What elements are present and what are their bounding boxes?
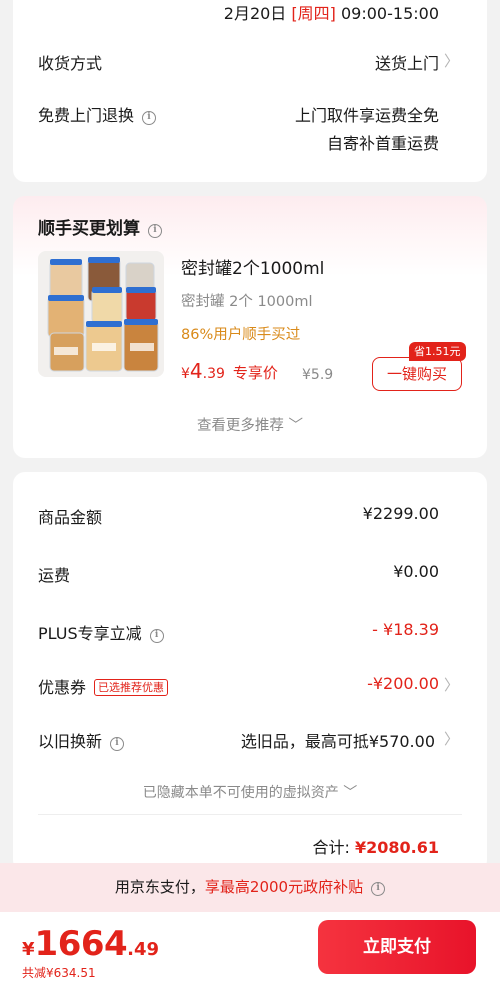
recommendation-card: 顺手买更划算 i 密封罐2个1000ml 密封罐 2个 1000ml 86%用户… [13,196,487,458]
chevron-right-icon[interactable]: 〉 [444,674,459,695]
government-subsidy-banner[interactable]: 用京东支付，享最高2000元政府补贴 i [0,863,500,912]
shipping-fee-label: 运费 [38,566,71,585]
coupon-label[interactable]: 优惠券 已选推荐优惠 [38,674,169,698]
savings-badge: 省1.51元 [409,342,466,361]
storage-jars-image [38,251,164,377]
chevron-down-icon: ﹀ [343,785,358,801]
one-click-buy-button[interactable]: 一键购买 [372,357,462,391]
recommendation-title-text: 顺手买更划算 [38,219,140,239]
free-return-label: 免费上门退换 i [38,102,157,126]
free-return-value: 上门取件享运费全免 自寄补首重运费 [295,102,439,158]
delivery-date-day: 2月20日 [223,4,287,23]
plus-discount-value: - ¥18.39 [372,620,439,639]
total-label: 合计: [312,838,350,857]
free-return-text: 免费上门退换 [38,106,135,125]
subsidy-highlight: 享最高2000元政府补贴 [204,878,364,896]
coupon-selected-badge: 已选推荐优惠 [94,679,169,696]
pay-amount: ¥1664.49 [22,924,159,964]
chevron-right-icon[interactable]: 〉 [444,728,459,749]
delivery-date[interactable]: 2月20日 [周四] 09:00-15:00 [224,0,439,24]
goods-amount-value: ¥2299.00 [362,504,439,523]
price-decimal: .39 [202,366,225,382]
plus-discount-text: PLUS专享立减 [38,624,142,643]
pay-amount-integer: 1664 [34,924,128,964]
product-name[interactable]: 密封罐2个1000ml [181,254,324,279]
trade-in-text: 以旧换新 [38,732,103,751]
goods-amount-label: 商品金额 [38,508,103,527]
order-total: 合计: ¥2080.61 [312,834,439,858]
recommendation-title: 顺手买更划算 i [38,214,162,239]
product-spec: 密封罐 2个 1000ml [181,294,313,310]
delivery-method-value[interactable]: 送货上门 [375,50,439,74]
delivery-time: 09:00-15:00 [341,4,439,23]
delivery-weekday: [周四] [291,4,336,23]
product-image[interactable] [38,251,164,377]
info-icon[interactable]: i [148,224,162,238]
bottom-pay-bar: ¥1664.49 共减¥634.51 立即支付 [0,912,500,990]
product-original-price: ¥5.9 [302,367,334,383]
coupon-text: 优惠券 [38,678,87,697]
hidden-assets-text: 已隐藏本单不可使用的虚拟资产 [142,785,339,801]
info-icon[interactable]: i [371,882,386,896]
chevron-down-icon: ﹀ [288,418,304,434]
divider [38,814,462,815]
exclusive-price-label: 专享价 [232,364,278,382]
info-icon[interactable]: i [149,629,164,643]
total-value: ¥2080.61 [354,838,439,857]
chevron-right-icon[interactable]: 〉 [444,50,459,71]
coupon-value[interactable]: -¥200.00 [367,674,439,693]
trade-in-value[interactable]: 选旧品，最高可抵¥570.00 [241,728,435,752]
price-integer: 4 [189,359,203,383]
shipping-fee-value: ¥0.00 [393,562,439,581]
total-reduction[interactable]: 共减¥634.51 [22,964,96,981]
more-recommendations-label: 查看更多推荐 [196,418,284,434]
info-icon[interactable]: i [110,737,125,751]
delivery-method-label: 收货方式 [38,54,103,73]
pay-currency-symbol: ¥ [22,939,35,960]
price-symbol: ¥ [181,366,190,382]
info-icon[interactable]: i [142,111,157,125]
product-price: ¥4.39 专享价 [181,359,278,383]
order-summary-card: 商品金额 ¥2299.00 运费 ¥0.00 PLUS专享立减 i - ¥18.3… [13,472,487,872]
delivery-card: 2月20日 [周四] 09:00-15:00 收货方式 送货上门 〉 免费上门退… [13,0,487,182]
subsidy-prefix: 用京东支付， [114,878,205,896]
product-purchase-tip: 86%用户顺手买过 [181,327,301,343]
plus-discount-label: PLUS专享立减 i [38,620,164,644]
free-return-line1: 上门取件享运费全免 [294,106,439,125]
trade-in-label[interactable]: 以旧换新 i [38,728,125,752]
hidden-assets-toggle[interactable]: 已隐藏本单不可使用的虚拟资产 ﹀ [13,782,487,802]
free-return-line2: 自寄补首重运费 [326,134,439,153]
more-recommendations-link[interactable]: 查看更多推荐 ﹀ [13,414,487,435]
pay-amount-decimal: .49 [127,939,160,960]
pay-now-button[interactable]: 立即支付 [318,920,476,974]
